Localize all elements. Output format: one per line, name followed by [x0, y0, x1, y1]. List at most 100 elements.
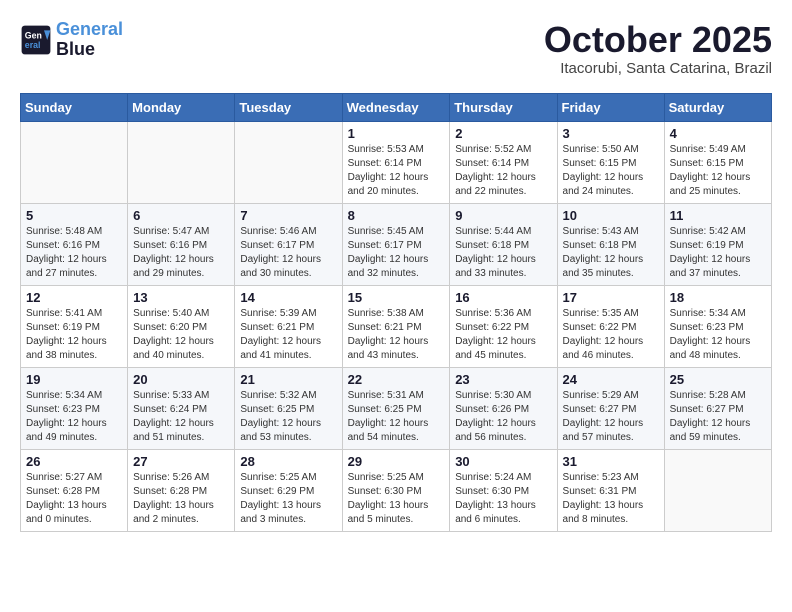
calendar-cell — [128, 121, 235, 203]
svg-text:Gen: Gen — [25, 30, 42, 40]
calendar-cell: 6Sunrise: 5:47 AM Sunset: 6:16 PM Daylig… — [128, 203, 235, 285]
logo: Gen eral GeneralBlue — [20, 20, 123, 60]
calendar-cell — [664, 449, 771, 531]
calendar-cell: 10 Sunrise: 5:43 AM Sunset: 6:18 PM Dayli… — [557, 203, 664, 285]
day-number: 30 — [455, 454, 551, 469]
day-info: Sunrise: 5:42 AM Sunset: 6:19 PM Dayligh… — [670, 225, 766, 281]
day-info: Sunrise: 5:53 AM Sunset: 6:14 PM Dayligh… — [348, 143, 445, 199]
day-info: Sunrise: 5:30 AM Sunset: 6:26 PM Dayligh… — [455, 389, 551, 445]
day-info: Sunrise: 5:34 AM Sunset: 6:23 PM Dayligh… — [670, 307, 766, 363]
weekday-header-tuesday: Tuesday — [235, 93, 342, 121]
calendar-cell: 3Sunrise: 5:50 AM Sunset: 6:15 PM Daylig… — [557, 121, 664, 203]
calendar-cell: 16Sunrise: 5:36 AM Sunset: 6:22 PM Dayli… — [450, 285, 557, 367]
day-info: Sunrise: 5:40 AM Sunset: 6:20 PM Dayligh… — [133, 307, 229, 363]
title-block: October 2025 Itacorubi, Santa Catarina, … — [544, 20, 772, 77]
day-info: Sunrise: 5:35 AM Sunset: 6:22 PM Dayligh… — [563, 307, 659, 363]
day-info: Sunrise: 5:33 AM Sunset: 6:24 PM Dayligh… — [133, 389, 229, 445]
day-info: Sunrise: 5:32 AM Sunset: 6:25 PM Dayligh… — [240, 389, 336, 445]
weekday-header-saturday: Saturday — [664, 93, 771, 121]
calendar-week-1: 1 Sunrise: 5:53 AM Sunset: 6:14 PM Daylig… — [21, 121, 772, 203]
day-number: 2 — [455, 126, 551, 141]
calendar-cell: 23 Sunrise: 5:30 AM Sunset: 6:26 PM Dayli… — [450, 367, 557, 449]
weekday-header-sunday: Sunday — [21, 93, 128, 121]
calendar-cell: 5 Sunrise: 5:48 AM Sunset: 6:16 PM Daylig… — [21, 203, 128, 285]
weekday-header-wednesday: Wednesday — [342, 93, 450, 121]
day-info: Sunrise: 5:46 AM Sunset: 6:17 PM Dayligh… — [240, 225, 336, 281]
day-number: 8 — [348, 208, 445, 223]
day-number: 16 — [455, 290, 551, 305]
calendar-cell: 27 Sunrise: 5:26 AM Sunset: 6:28 PM Dayli… — [128, 449, 235, 531]
day-info: Sunrise: 5:27 AM Sunset: 6:28 PM Dayligh… — [26, 471, 122, 527]
day-info: Sunrise: 5:47 AM Sunset: 6:16 PM Dayligh… — [133, 225, 229, 281]
day-number: 3 — [563, 126, 659, 141]
day-number: 19 — [26, 372, 122, 387]
calendar-cell — [235, 121, 342, 203]
calendar-cell: 7 Sunrise: 5:46 AM Sunset: 6:17 PM Daylig… — [235, 203, 342, 285]
calendar-cell: 22 Sunrise: 5:31 AM Sunset: 6:25 PM Dayli… — [342, 367, 450, 449]
day-number: 5 — [26, 208, 122, 223]
calendar-cell: 18 Sunrise: 5:34 AM Sunset: 6:23 PM Dayli… — [664, 285, 771, 367]
day-info: Sunrise: 5:45 AM Sunset: 6:17 PM Dayligh… — [348, 225, 445, 281]
page-header: Gen eral GeneralBlue October 2025 Itacor… — [20, 20, 772, 77]
day-info: Sunrise: 5:43 AM Sunset: 6:18 PM Dayligh… — [563, 225, 659, 281]
calendar-week-4: 19 Sunrise: 5:34 AM Sunset: 6:23 PM Dayli… — [21, 367, 772, 449]
weekday-header-monday: Monday — [128, 93, 235, 121]
calendar-cell: 2Sunrise: 5:52 AM Sunset: 6:14 PM Daylig… — [450, 121, 557, 203]
logo-text: GeneralBlue — [56, 20, 123, 60]
day-number: 31 — [563, 454, 659, 469]
day-number: 7 — [240, 208, 336, 223]
day-info: Sunrise: 5:31 AM Sunset: 6:25 PM Dayligh… — [348, 389, 445, 445]
day-number: 12 — [26, 290, 122, 305]
calendar-cell: 12 Sunrise: 5:41 AM Sunset: 6:19 PM Dayli… — [21, 285, 128, 367]
day-info: Sunrise: 5:34 AM Sunset: 6:23 PM Dayligh… — [26, 389, 122, 445]
weekday-header-friday: Friday — [557, 93, 664, 121]
calendar-cell: 21 Sunrise: 5:32 AM Sunset: 6:25 PM Dayli… — [235, 367, 342, 449]
day-number: 23 — [455, 372, 551, 387]
day-number: 9 — [455, 208, 551, 223]
calendar-cell: 8 Sunrise: 5:45 AM Sunset: 6:17 PM Daylig… — [342, 203, 450, 285]
day-info: Sunrise: 5:48 AM Sunset: 6:16 PM Dayligh… — [26, 225, 122, 281]
day-info: Sunrise: 5:25 AM Sunset: 6:30 PM Dayligh… — [348, 471, 445, 527]
day-number: 17 — [563, 290, 659, 305]
calendar-cell: 4Sunrise: 5:49 AM Sunset: 6:15 PM Daylig… — [664, 121, 771, 203]
day-number: 29 — [348, 454, 445, 469]
calendar-cell: 20 Sunrise: 5:33 AM Sunset: 6:24 PM Dayli… — [128, 367, 235, 449]
calendar-cell — [21, 121, 128, 203]
calendar-week-3: 12 Sunrise: 5:41 AM Sunset: 6:19 PM Dayli… — [21, 285, 772, 367]
svg-text:eral: eral — [25, 40, 41, 50]
day-number: 26 — [26, 454, 122, 469]
day-number: 15 — [348, 290, 445, 305]
calendar-cell: 31Sunrise: 5:23 AM Sunset: 6:31 PM Dayli… — [557, 449, 664, 531]
day-number: 24 — [563, 372, 659, 387]
day-number: 25 — [670, 372, 766, 387]
day-info: Sunrise: 5:28 AM Sunset: 6:27 PM Dayligh… — [670, 389, 766, 445]
day-info: Sunrise: 5:38 AM Sunset: 6:21 PM Dayligh… — [348, 307, 445, 363]
day-info: Sunrise: 5:41 AM Sunset: 6:19 PM Dayligh… — [26, 307, 122, 363]
logo-icon: Gen eral — [20, 24, 52, 56]
day-number: 1 — [348, 126, 445, 141]
weekday-header-row: SundayMondayTuesdayWednesdayThursdayFrid… — [21, 93, 772, 121]
day-number: 22 — [348, 372, 445, 387]
calendar-cell: 26 Sunrise: 5:27 AM Sunset: 6:28 PM Dayli… — [21, 449, 128, 531]
day-number: 11 — [670, 208, 766, 223]
day-info: Sunrise: 5:39 AM Sunset: 6:21 PM Dayligh… — [240, 307, 336, 363]
day-number: 4 — [670, 126, 766, 141]
calendar-cell: 11 Sunrise: 5:42 AM Sunset: 6:19 PM Dayli… — [664, 203, 771, 285]
calendar-cell: 30Sunrise: 5:24 AM Sunset: 6:30 PM Dayli… — [450, 449, 557, 531]
calendar-cell: 14Sunrise: 5:39 AM Sunset: 6:21 PM Dayli… — [235, 285, 342, 367]
day-number: 10 — [563, 208, 659, 223]
calendar-cell: 13 Sunrise: 5:40 AM Sunset: 6:20 PM Dayli… — [128, 285, 235, 367]
day-number: 28 — [240, 454, 336, 469]
calendar-week-2: 5 Sunrise: 5:48 AM Sunset: 6:16 PM Daylig… — [21, 203, 772, 285]
day-number: 27 — [133, 454, 229, 469]
day-number: 20 — [133, 372, 229, 387]
day-number: 21 — [240, 372, 336, 387]
weekday-header-thursday: Thursday — [450, 93, 557, 121]
calendar-cell: 9Sunrise: 5:44 AM Sunset: 6:18 PM Daylig… — [450, 203, 557, 285]
month-title: October 2025 — [544, 20, 772, 60]
day-info: Sunrise: 5:26 AM Sunset: 6:28 PM Dayligh… — [133, 471, 229, 527]
calendar-table: SundayMondayTuesdayWednesdayThursdayFrid… — [20, 93, 772, 532]
day-number: 13 — [133, 290, 229, 305]
calendar-cell: 24Sunrise: 5:29 AM Sunset: 6:27 PM Dayli… — [557, 367, 664, 449]
day-number: 18 — [670, 290, 766, 305]
